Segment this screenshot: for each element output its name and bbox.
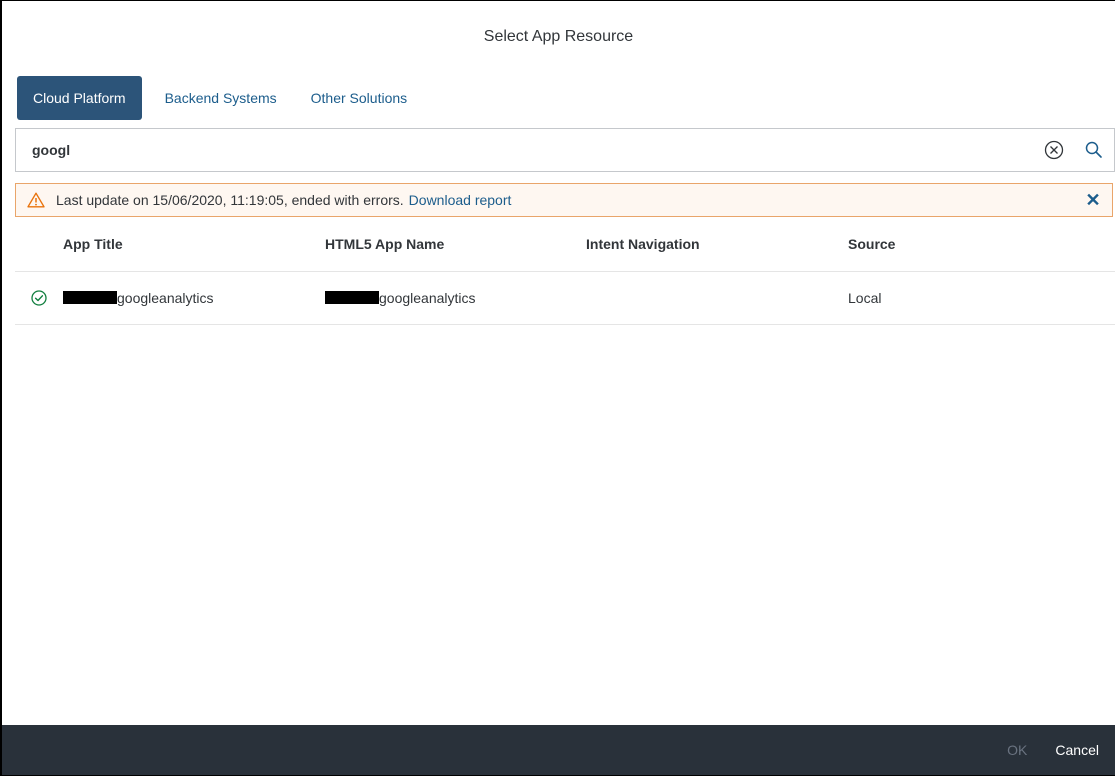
clear-circle-x-icon — [1044, 140, 1064, 160]
tab-backend-systems[interactable]: Backend Systems — [150, 76, 292, 120]
warning-text: Last update on 15/06/2020, 11:19:05, end… — [56, 192, 404, 208]
table-row[interactable]: googleanalytics googleanalytics Local — [15, 272, 1115, 325]
dialog-title: Select App Resource — [483, 27, 634, 45]
select-app-resource-dialog: Select App Resource Cloud Platform Backe… — [0, 0, 1115, 776]
search-button[interactable] — [1074, 130, 1114, 170]
redacted-block — [325, 291, 379, 304]
tab-bar: Cloud Platform Backend Systems Other Sol… — [2, 76, 1115, 120]
tab-cloud-platform[interactable]: Cloud Platform — [17, 76, 142, 120]
ok-button[interactable]: OK — [993, 732, 1041, 768]
column-header-source: Source — [848, 236, 896, 252]
tab-other-solutions[interactable]: Other Solutions — [296, 76, 423, 120]
app-resource-table: App Title HTML5 App Name Intent Navigati… — [15, 217, 1115, 325]
search-field — [15, 128, 1115, 172]
redacted-block — [63, 291, 117, 304]
column-header-html5-app-name: HTML5 App Name — [325, 236, 445, 252]
close-warning-button[interactable]: ✕ — [1074, 184, 1112, 216]
close-x-icon: ✕ — [1085, 189, 1101, 210]
search-input[interactable] — [16, 128, 1034, 172]
source-cell: Local — [848, 290, 882, 306]
success-check-circle-icon — [31, 290, 47, 306]
warning-message-strip: Last update on 15/06/2020, 11:19:05, end… — [15, 183, 1113, 217]
download-report-link[interactable]: Download report — [409, 192, 512, 208]
app-title-cell: googleanalytics — [117, 290, 214, 306]
html5-app-name-cell: googleanalytics — [379, 290, 476, 306]
dialog-footer: OK Cancel — [2, 725, 1115, 775]
warning-triangle-icon — [27, 192, 45, 208]
column-header-intent-navigation: Intent Navigation — [586, 236, 700, 252]
column-header-app-title: App Title — [63, 236, 123, 252]
table-header: App Title HTML5 App Name Intent Navigati… — [15, 217, 1115, 272]
magnifier-icon — [1085, 141, 1102, 158]
cancel-button[interactable]: Cancel — [1041, 732, 1113, 768]
clear-search-button[interactable] — [1034, 130, 1074, 170]
